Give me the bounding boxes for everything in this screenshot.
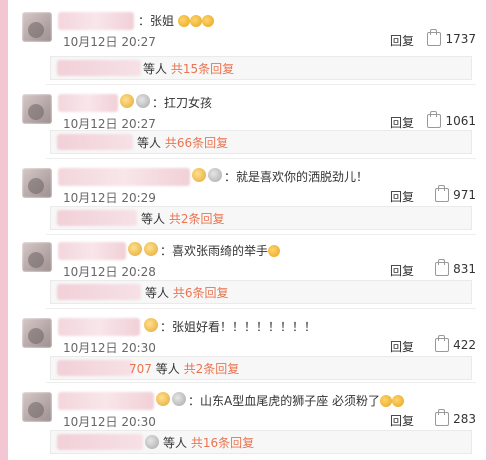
comment-text: ：张姐: [138, 12, 214, 30]
thumb-up-icon: [435, 185, 450, 202]
username-blurred[interactable]: [58, 12, 134, 30]
level-badge-icon: [172, 392, 186, 406]
reply-button[interactable]: 回复: [390, 114, 414, 131]
like-button[interactable]: 1737: [427, 29, 476, 46]
reply-summary[interactable]: 等人 共66条回复: [50, 130, 472, 154]
divider: [46, 308, 476, 309]
user-badges: [156, 392, 186, 406]
thumb-up-icon: [435, 259, 450, 276]
reply-summary[interactable]: 707 等人 共2条回复: [50, 356, 472, 380]
avatar[interactable]: [22, 168, 52, 198]
vip-badge-icon: [128, 242, 142, 256]
reply-usernames-blurred: [57, 134, 133, 150]
reply-summary[interactable]: 等人 共6条回复: [50, 280, 472, 304]
reply-summary[interactable]: 等人 共16条回复: [50, 430, 472, 454]
avatar[interactable]: [22, 12, 52, 42]
reply-count-link[interactable]: 共2条回复: [184, 362, 240, 376]
emoji-icon: [189, 15, 202, 27]
thumb-up-icon: [427, 111, 442, 128]
avatar[interactable]: [22, 392, 52, 422]
reply-count-link[interactable]: 共66条回复: [165, 136, 228, 150]
reply-count-link[interactable]: 共15条回复: [171, 62, 234, 76]
vip-badge-icon: [120, 94, 134, 108]
username-blurred[interactable]: [58, 242, 126, 260]
username-blurred[interactable]: [58, 168, 190, 186]
reply-button[interactable]: 回复: [390, 412, 414, 429]
like-button[interactable]: 422: [435, 335, 476, 352]
reply-usernames-blurred: [57, 434, 143, 450]
comment-text: ：张姐好看！！！！！！！！: [160, 320, 317, 334]
avatar[interactable]: [22, 94, 52, 124]
username-blurred[interactable]: [58, 392, 154, 410]
like-button[interactable]: 971: [435, 185, 476, 202]
emoji-icon: [177, 15, 190, 27]
comment-text: ：山东A型血尾虎的狮子座 必须粉了: [188, 392, 405, 410]
thumb-up-icon: [435, 335, 450, 352]
user-badges: [192, 168, 222, 182]
comment-feed: ：张姐 10月12日 20:27 回复 1737 等人 共15条回复 ：扛刀女孩…: [0, 0, 492, 460]
timestamp: 10月12日 20:28: [63, 265, 156, 279]
reply-count-link[interactable]: 共16条回复: [191, 436, 254, 450]
left-edge: [0, 0, 8, 460]
user-badges: [144, 318, 158, 332]
comment-text: ：扛刀女孩: [152, 96, 213, 110]
user-badges: [145, 435, 159, 449]
reply-usernames-blurred: [57, 360, 133, 376]
username-blurred[interactable]: [58, 318, 140, 336]
thumb-up-icon: [435, 409, 450, 426]
thumb-up-icon: [427, 29, 442, 46]
like-button[interactable]: 283: [435, 409, 476, 426]
reply-count-link[interactable]: 共2条回复: [169, 212, 225, 226]
vip-badge-icon: [156, 392, 170, 406]
avatar[interactable]: [22, 242, 52, 272]
timestamp: 10月12日 20:30: [63, 341, 156, 355]
user-badges: [120, 94, 150, 108]
divider: [46, 234, 476, 235]
level-badge-icon: [145, 435, 159, 449]
emoji-icon: [392, 395, 405, 407]
timestamp: 10月12日 20:30: [63, 415, 156, 429]
divider: [46, 158, 476, 159]
reply-usernames-blurred: [57, 284, 141, 300]
comment-text: ：就是喜欢你的洒脱劲儿！: [224, 170, 369, 184]
reply-summary[interactable]: 等人 共15条回复: [50, 56, 472, 80]
username-blurred[interactable]: [58, 94, 118, 112]
emoji-icon: [380, 395, 393, 407]
divider: [46, 382, 476, 383]
user-badges: [128, 242, 158, 256]
level-badge-icon: [136, 94, 150, 108]
reply-usernames-blurred: [57, 60, 141, 76]
reply-button[interactable]: 回复: [390, 338, 414, 355]
timestamp: 10月12日 20:29: [63, 191, 156, 205]
reply-button[interactable]: 回复: [390, 32, 414, 49]
avatar[interactable]: [22, 318, 52, 348]
vip-badge-icon: [192, 168, 206, 182]
reply-usernames-blurred: [57, 210, 137, 226]
reply-summary[interactable]: 等人 共2条回复: [50, 206, 472, 230]
like-button[interactable]: 831: [435, 259, 476, 276]
fan-badge-icon: [144, 242, 158, 256]
like-button[interactable]: 1061: [427, 111, 476, 128]
emoji-icon: [201, 15, 214, 27]
level-badge-icon: [208, 168, 222, 182]
timestamp: 10月12日 20:27: [63, 35, 156, 49]
reply-count-link[interactable]: 共6条回复: [173, 286, 229, 300]
comment-text: ：喜欢张雨绮的举手: [160, 242, 281, 260]
reply-button[interactable]: 回复: [390, 262, 414, 279]
divider: [46, 84, 476, 85]
emoji-icon: [268, 245, 281, 257]
reply-button[interactable]: 回复: [390, 188, 414, 205]
right-edge: [486, 0, 492, 460]
fan-badge-icon: [144, 318, 158, 332]
